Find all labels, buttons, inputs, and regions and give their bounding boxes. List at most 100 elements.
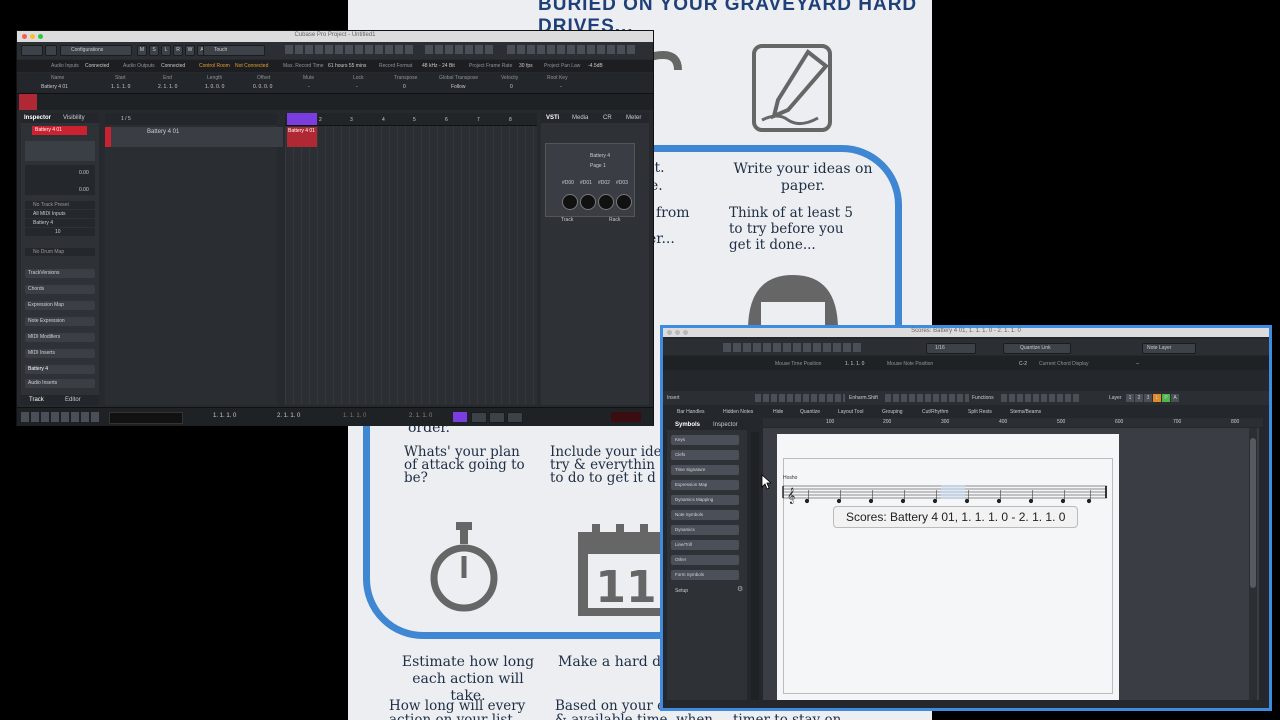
layer-l-button[interactable]: L bbox=[1153, 394, 1161, 402]
symbols-clefs[interactable]: Clefs bbox=[671, 450, 739, 460]
layer-1-button[interactable]: 1 bbox=[1126, 394, 1134, 402]
filter-cut-rhythm[interactable]: Cut/Rhythm bbox=[922, 409, 948, 415]
project-titlebar[interactable]: Cubase Pro Project - Untitled1 bbox=[17, 31, 653, 42]
read-button[interactable]: R bbox=[173, 45, 183, 56]
section-trackversions[interactable]: TrackVersions bbox=[25, 269, 95, 278]
transport-buttons-toolbar[interactable] bbox=[425, 45, 495, 54]
volume-value[interactable]: 0.00 bbox=[79, 170, 89, 176]
layer-3-button[interactable]: 3 bbox=[1144, 394, 1152, 402]
enharmonic-buttons[interactable] bbox=[885, 394, 969, 402]
undo-redo-buttons[interactable] bbox=[21, 45, 43, 56]
info-value-mute[interactable]: - bbox=[308, 84, 310, 90]
tab-editor[interactable]: Editor bbox=[65, 397, 81, 403]
section-expression-map[interactable]: Expression Map bbox=[25, 301, 95, 310]
ruler[interactable]: 1 2 3 4 5 6 7 8 bbox=[285, 113, 537, 126]
tab-cr[interactable]: CR bbox=[603, 115, 612, 121]
scrollbar-thumb[interactable] bbox=[1250, 438, 1256, 588]
midi-part[interactable]: Battery 4 01 bbox=[287, 127, 317, 147]
gear-icon[interactable]: ⚙ bbox=[737, 585, 743, 593]
note-value-buttons[interactable] bbox=[755, 394, 845, 402]
tab-media[interactable]: Media bbox=[572, 115, 588, 121]
info-value-offset[interactable]: 0. 0. 0. 0 bbox=[253, 84, 272, 90]
solo-button[interactable]: S bbox=[149, 45, 159, 56]
setup-label[interactable]: Setup bbox=[675, 588, 688, 594]
pan-value[interactable]: 0.00 bbox=[79, 187, 89, 193]
quick-control-knob[interactable] bbox=[562, 194, 578, 210]
vertical-scrollbar[interactable] bbox=[1249, 428, 1257, 700]
section-midi-modifiers[interactable]: MIDI Modifiers bbox=[25, 333, 95, 342]
score-page[interactable]: Hosho 𝄞 bbox=[777, 434, 1119, 700]
track-controls[interactable] bbox=[25, 141, 95, 161]
snap-grid-buttons[interactable] bbox=[507, 45, 637, 54]
quick-control-knob[interactable] bbox=[580, 194, 596, 210]
stop-button[interactable] bbox=[471, 412, 487, 423]
midi-channel[interactable]: 10 bbox=[25, 228, 95, 236]
section-chords[interactable]: Chords bbox=[25, 285, 95, 294]
symbols-time-signature[interactable]: Time Signature bbox=[671, 465, 739, 475]
staff[interactable]: 𝄞 bbox=[777, 478, 1119, 508]
section-instrument[interactable]: Battery 4 bbox=[25, 365, 95, 374]
quantize-dropdown[interactable]: 1/16 bbox=[926, 343, 976, 354]
score-page-area[interactable]: Hosho 𝄞 bbox=[763, 428, 1259, 700]
horizontal-ruler[interactable]: 100 200 300 400 500 600 700 800 bbox=[763, 418, 1263, 427]
instrument-name[interactable]: Battery 4 bbox=[590, 153, 610, 159]
right-locator[interactable]: 2. 1. 1. 0 bbox=[277, 413, 300, 419]
midi-output[interactable]: Battery 4 bbox=[25, 219, 95, 227]
function-buttons[interactable] bbox=[1001, 394, 1079, 402]
symbols-dynamics-mapping[interactable]: Dynamics Mapping bbox=[671, 495, 739, 505]
tab-vsti[interactable]: VSTi bbox=[546, 115, 559, 121]
rack-footer-rack[interactable]: Rack bbox=[609, 217, 620, 223]
filter-grouping[interactable]: Grouping bbox=[882, 409, 903, 415]
secondary-position[interactable]: 2. 1. 1. 0 bbox=[409, 413, 432, 419]
configurations-dropdown[interactable]: Configurations bbox=[60, 45, 132, 56]
automation-mode-dropdown[interactable]: Touch bbox=[203, 45, 265, 56]
info-value-global-transpose[interactable]: Follow bbox=[451, 84, 465, 90]
info-value-transpose[interactable]: 0 bbox=[403, 84, 406, 90]
tab-track[interactable]: Track bbox=[29, 397, 44, 403]
rack-footer-track[interactable]: Track bbox=[561, 217, 573, 223]
section-note-expression[interactable]: Note Expression bbox=[25, 317, 95, 326]
layer-p-button[interactable]: P bbox=[1162, 394, 1170, 402]
locator-range[interactable] bbox=[287, 113, 317, 125]
info-value-name[interactable]: Battery 4 01 bbox=[41, 84, 68, 90]
filter-quantize[interactable]: Quantize bbox=[800, 409, 820, 415]
mute-button[interactable]: M bbox=[137, 45, 147, 56]
layer-a-button[interactable]: A bbox=[1171, 394, 1179, 402]
record-button[interactable] bbox=[507, 412, 523, 423]
section-midi-inserts[interactable]: MIDI Inserts bbox=[25, 349, 95, 358]
punch-position[interactable]: 1. 1. 1. 0 bbox=[343, 413, 366, 419]
tab-inspector-score[interactable]: Inspector bbox=[713, 422, 738, 428]
filter-split-rests[interactable]: Split Rests bbox=[968, 409, 992, 415]
symbols-other[interactable]: Other bbox=[671, 555, 739, 565]
overview-region[interactable] bbox=[19, 94, 37, 110]
drum-map[interactable]: No Drum Map bbox=[25, 248, 95, 256]
track-row[interactable]: Battery 4 01 bbox=[105, 127, 283, 147]
play-button[interactable] bbox=[489, 412, 505, 423]
info-value-lock[interactable]: - bbox=[356, 84, 358, 90]
info-value-velocity[interactable]: 0 bbox=[510, 84, 513, 90]
listen-button[interactable]: L bbox=[161, 45, 171, 56]
filter-layout-tool[interactable]: Layout Tool bbox=[838, 409, 863, 415]
tab-inspector[interactable]: Inspector bbox=[24, 115, 51, 121]
quick-control-knob[interactable] bbox=[616, 194, 632, 210]
instrument-page[interactable]: Page 1 bbox=[590, 163, 606, 169]
midi-input[interactable]: All MIDI Inputs bbox=[25, 210, 95, 218]
write-button[interactable]: W bbox=[185, 45, 195, 56]
symbols-keys[interactable]: Keys bbox=[671, 435, 739, 445]
tab-visibility[interactable]: Visibility bbox=[63, 115, 85, 121]
tab-meter[interactable]: Meter bbox=[626, 115, 641, 121]
score-titlebar[interactable]: Scores: Battery 4 01, 1. 1. 1. 0 - 2. 1.… bbox=[663, 328, 1269, 337]
tab-symbols[interactable]: Symbols bbox=[675, 422, 700, 428]
quick-control-knob[interactable] bbox=[598, 194, 614, 210]
overview-line[interactable] bbox=[17, 94, 653, 110]
filter-hidden-notes[interactable]: Hidden Notes bbox=[723, 409, 753, 415]
note-layer-dropdown[interactable]: Note Layer bbox=[1142, 343, 1196, 354]
constrain-button[interactable] bbox=[45, 45, 57, 56]
tool-buttons[interactable] bbox=[285, 45, 415, 54]
inspector-track-name[interactable]: Battery 4 01 bbox=[32, 126, 87, 135]
info-value-length[interactable]: 1. 0. 0. 0 bbox=[205, 84, 224, 90]
score-tools[interactable] bbox=[723, 343, 863, 352]
symbols-note-symbols[interactable]: Note Symbols bbox=[671, 510, 739, 520]
symbols-form-symbols[interactable]: Form Symbols bbox=[671, 570, 739, 580]
cycle-button[interactable] bbox=[453, 412, 467, 422]
